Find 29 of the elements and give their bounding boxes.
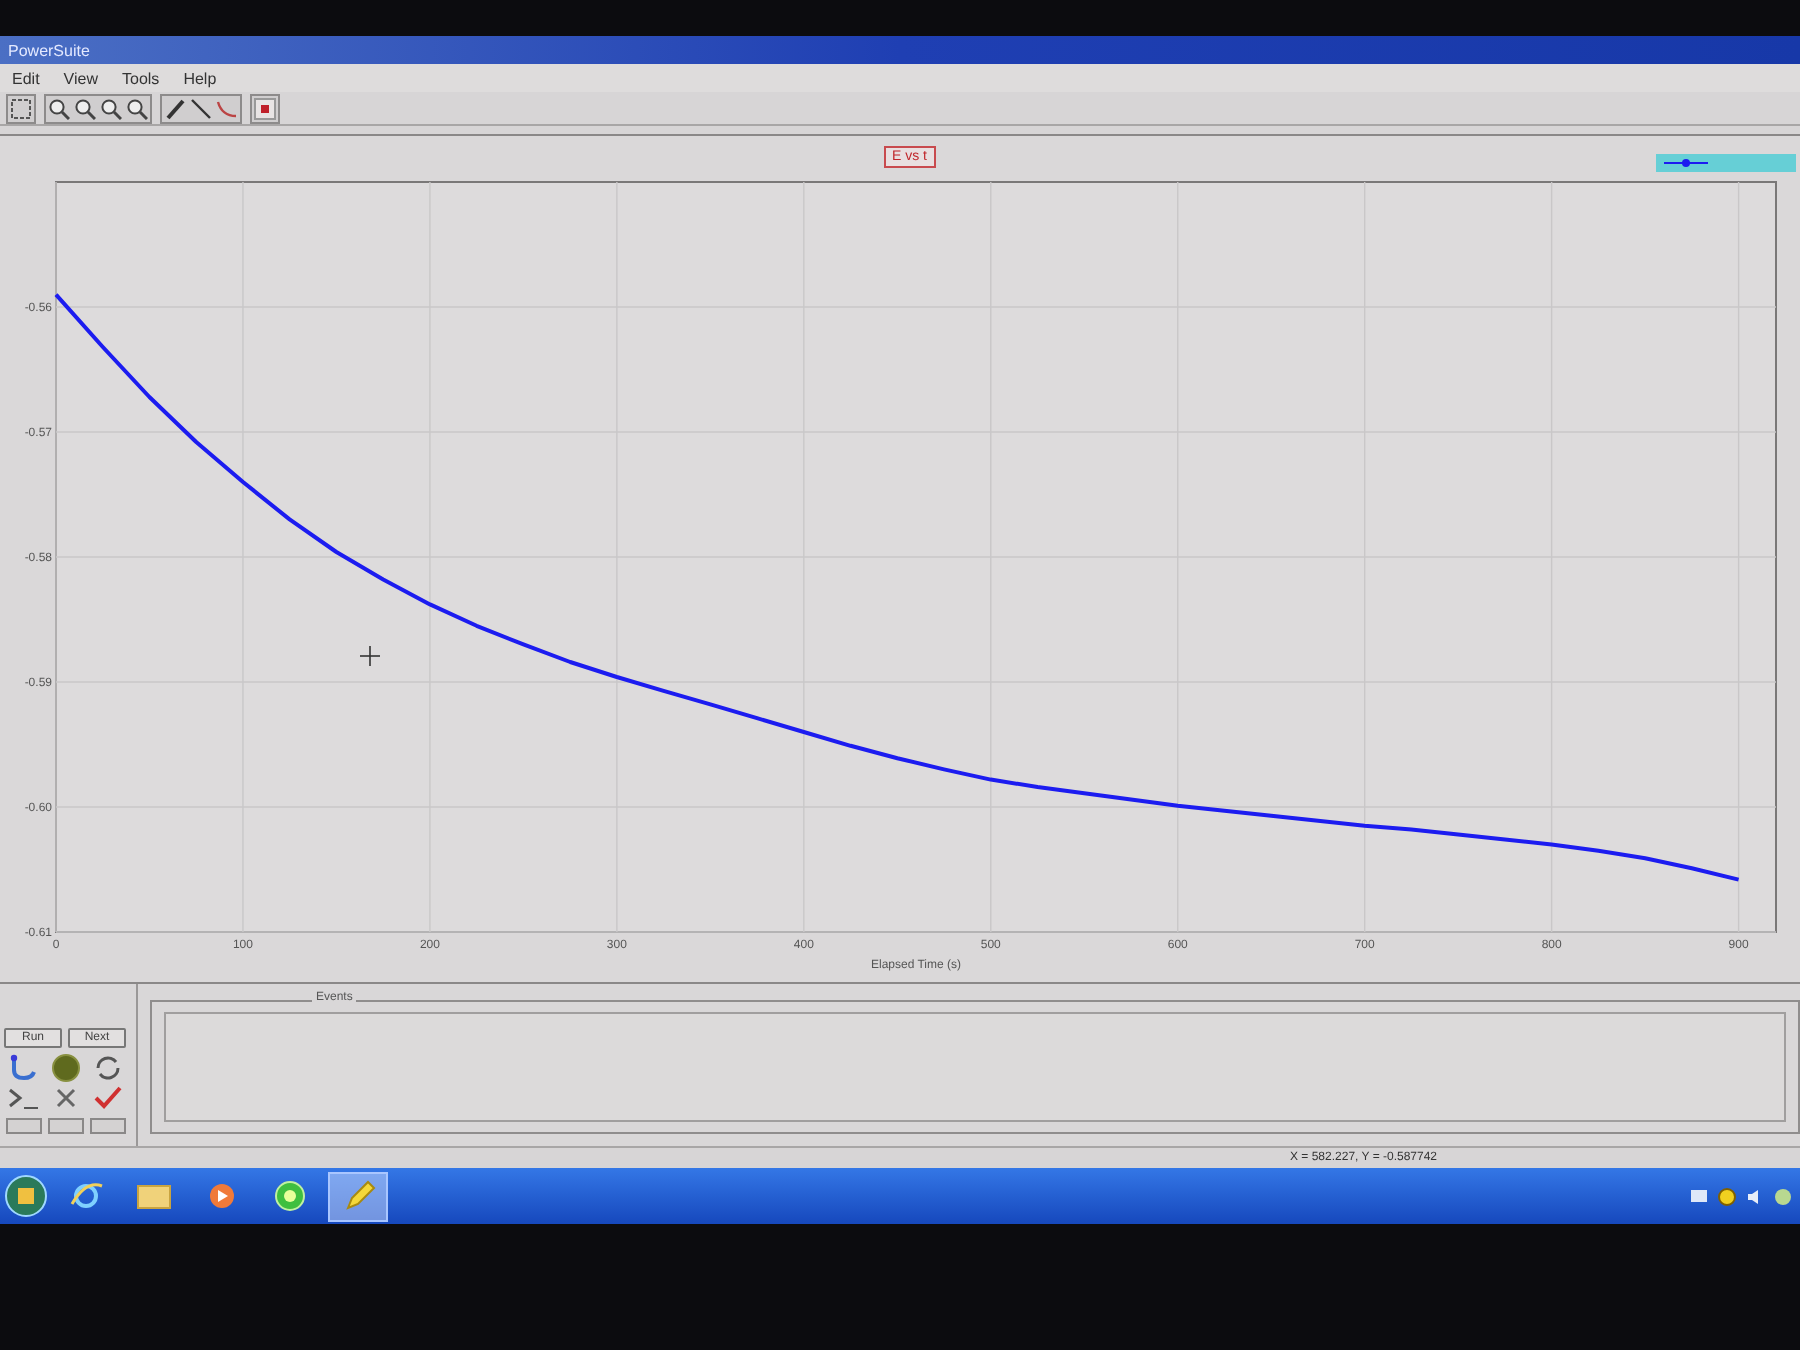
browser-icon bbox=[68, 1180, 104, 1212]
network-icon[interactable] bbox=[1774, 1187, 1792, 1205]
zoom-icon[interactable] bbox=[126, 97, 148, 119]
zoom-icon[interactable] bbox=[74, 97, 96, 119]
circle-icon[interactable] bbox=[1718, 1187, 1736, 1205]
zoom-icon[interactable] bbox=[48, 97, 70, 119]
pen-icon[interactable] bbox=[164, 97, 186, 119]
log-field[interactable] bbox=[164, 1012, 1786, 1122]
speaker-icon[interactable] bbox=[1746, 1187, 1764, 1205]
start-orb-icon[interactable] bbox=[4, 1174, 48, 1218]
line-marker-icon bbox=[1664, 158, 1708, 168]
folder-icon bbox=[136, 1180, 172, 1212]
hook-arrow-icon[interactable] bbox=[8, 1054, 40, 1082]
window-title: PowerSuite bbox=[8, 41, 90, 59]
media-player-icon bbox=[204, 1180, 240, 1212]
menu-item[interactable]: Help bbox=[183, 69, 217, 87]
pencil-icon bbox=[340, 1180, 376, 1212]
circle-icon[interactable] bbox=[50, 1054, 82, 1082]
check-icon[interactable] bbox=[92, 1084, 124, 1112]
line-icon[interactable] bbox=[190, 97, 212, 119]
menu-item[interactable]: Edit bbox=[12, 69, 40, 87]
monitor-icon[interactable] bbox=[1690, 1187, 1708, 1205]
menu-item[interactable]: View bbox=[63, 69, 98, 87]
ring-app-icon bbox=[272, 1180, 308, 1212]
zoom-icon[interactable] bbox=[100, 97, 122, 119]
crosshair-icon bbox=[359, 645, 381, 667]
prompt-icon[interactable] bbox=[8, 1084, 40, 1112]
refresh-icon[interactable] bbox=[92, 1054, 124, 1082]
menu-item[interactable]: Tools bbox=[122, 69, 160, 87]
